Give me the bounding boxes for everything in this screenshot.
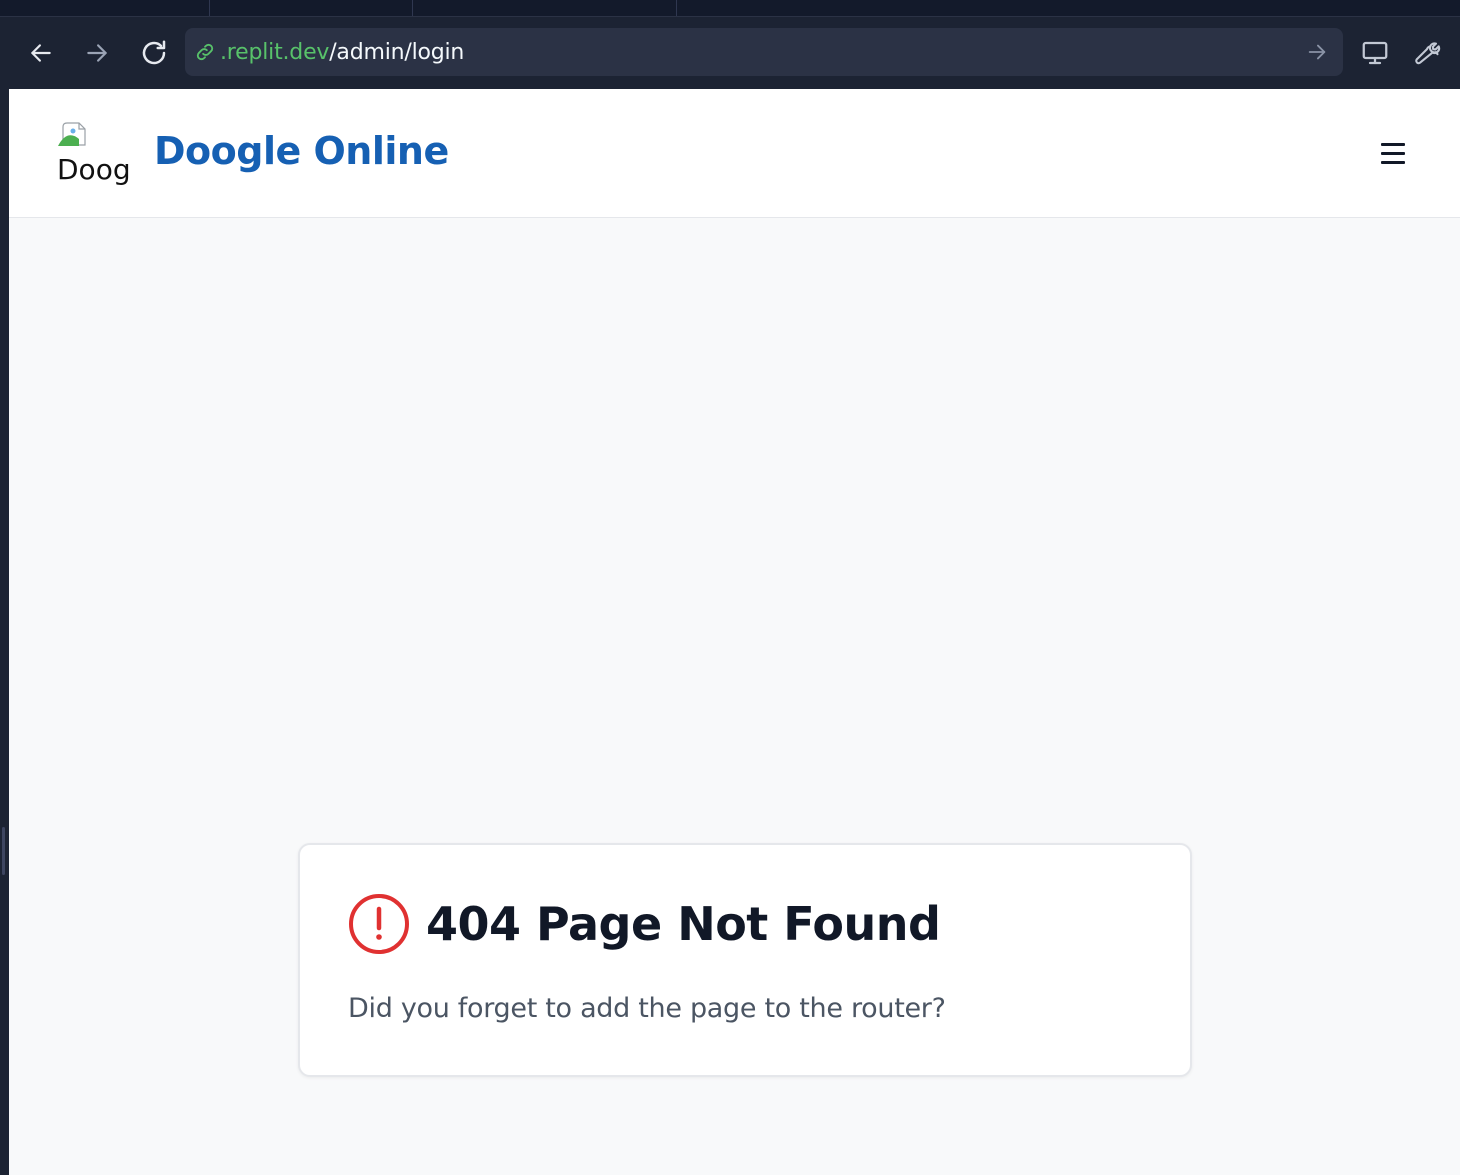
tab-separator [412, 0, 413, 16]
browser-toolbar: .replit.dev/admin/login [0, 17, 1460, 89]
side-panel-rail [0, 89, 9, 1175]
url-domain: .replit.dev [220, 39, 330, 65]
menu-icon [1381, 142, 1405, 146]
error-title: 404 Page Not Found [426, 897, 941, 951]
brand-name[interactable]: Doogle Online [154, 129, 449, 173]
tab-separator [676, 0, 677, 16]
forward-button[interactable] [79, 35, 115, 71]
browser-tab-strip [0, 0, 1460, 17]
arrow-right-icon [1308, 44, 1326, 60]
menu-icon [1381, 151, 1405, 155]
resize-handle[interactable] [2, 827, 5, 875]
refresh-icon [142, 40, 166, 65]
alert-circle-icon [348, 893, 410, 955]
arrow-right-icon [87, 44, 107, 62]
error-message: Did you forget to add the page to the ro… [348, 993, 946, 1024]
broken-image-icon [58, 122, 86, 146]
menu-icon [1381, 160, 1405, 164]
monitor-icon [1362, 41, 1388, 65]
link-icon [193, 40, 217, 64]
hamburger-menu-button[interactable] [1375, 137, 1411, 169]
url-path: /admin/login [329, 39, 465, 65]
arrow-left-icon [31, 44, 51, 62]
site-header: Doog Doogle Online [9, 89, 1460, 218]
wrench-icon [1415, 42, 1441, 65]
error-card: 404 Page Not Found Did you forget to add… [298, 843, 1192, 1077]
tab-separator [209, 0, 210, 16]
devices-button[interactable] [1357, 35, 1393, 71]
address-bar[interactable]: .replit.dev/admin/login [185, 28, 1343, 76]
logo-alt-text: Doog [57, 153, 131, 186]
logo[interactable]: Doog [57, 115, 135, 187]
reload-button[interactable] [136, 35, 172, 71]
page-viewport: Doog Doogle Online 404 Page Not Found Di… [9, 89, 1460, 1175]
url-text: .replit.dev/admin/login [220, 40, 464, 65]
back-button[interactable] [23, 35, 59, 71]
devtools-button[interactable] [1409, 35, 1445, 71]
go-button[interactable] [1305, 40, 1329, 64]
error-card-header: 404 Page Not Found [348, 893, 941, 955]
